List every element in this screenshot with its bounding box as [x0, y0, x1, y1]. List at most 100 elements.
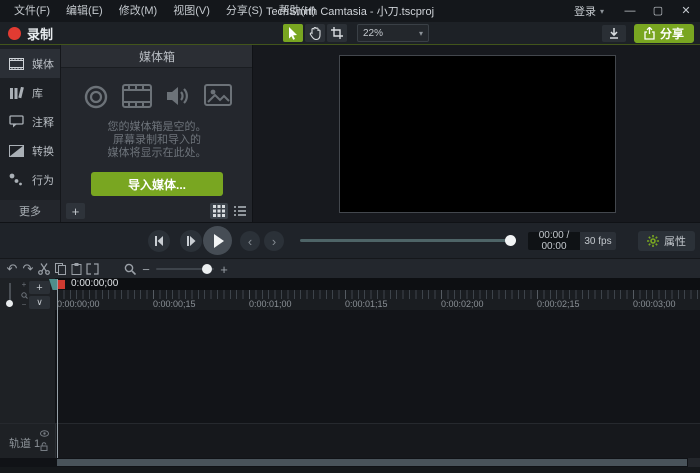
media-bin-bottom-bar: + [61, 200, 253, 222]
ruler-ticks[interactable] [55, 290, 700, 299]
menu-help[interactable]: 帮助(H) [271, 0, 324, 22]
play-button[interactable] [203, 226, 232, 255]
ruler-label: 0:00:02;00 [441, 299, 484, 310]
minimize-button[interactable]: — [616, 0, 644, 22]
menu-file[interactable]: 文件(F) [6, 0, 58, 22]
properties-button[interactable]: 属性 [638, 231, 695, 251]
download-icon [609, 28, 619, 39]
behaviors-icon [9, 173, 24, 186]
add-media-button[interactable]: + [66, 203, 85, 219]
list-view-button[interactable] [231, 203, 249, 219]
record-button[interactable]: 录制 [8, 24, 53, 43]
crop-tool-button[interactable] [327, 24, 347, 42]
sidebar-item-library[interactable]: 库 [0, 78, 60, 107]
sidebar-item-label: 库 [32, 85, 43, 101]
share-label: 分享 [660, 25, 684, 42]
timeline-zoom-thumb[interactable] [202, 264, 212, 274]
sign-in-button[interactable]: 登录 ▾ [562, 3, 616, 19]
list-view-icon [234, 205, 246, 217]
scissors-icon [38, 263, 50, 275]
close-button[interactable]: ✕ [672, 0, 700, 22]
sidebar-item-annotations[interactable]: 注释 [0, 107, 60, 136]
jump-back-button[interactable]: ‹ [240, 231, 260, 251]
ruler-label: 0:00:03;00 [633, 299, 676, 310]
empty-text-line: 屏幕录制和导入的 [61, 134, 253, 147]
video-preview[interactable] [339, 55, 616, 213]
menu-edit[interactable]: 编辑(E) [58, 0, 111, 22]
timeline-toolbar: ↶ ↷ [0, 258, 700, 279]
zoom-out-button[interactable]: − [138, 259, 154, 279]
ruler-label: 0:00:01;15 [345, 299, 388, 310]
sidebar-item-behaviors[interactable]: 行为 [0, 165, 60, 194]
record-circle-icon [83, 84, 109, 110]
record-label: 录制 [27, 24, 53, 43]
playhead-line[interactable] [57, 279, 58, 458]
cut-button[interactable] [36, 259, 52, 279]
image-icon [204, 84, 232, 106]
media-bin-panel: 媒体箱 [60, 45, 253, 222]
menu-modify[interactable]: 修改(M) [111, 0, 166, 22]
canvas-zoom-dropdown[interactable]: 22% ▾ [357, 24, 429, 42]
ruler-label: 0:00:02;15 [537, 299, 580, 310]
upper-area: 媒体 库 注释 [0, 45, 700, 222]
canvas-area [252, 45, 700, 222]
main-toolbar: 录制 22% ▾ [0, 22, 700, 44]
grid-view-button[interactable] [210, 203, 228, 219]
media-icon [9, 58, 24, 70]
select-tool-button[interactable] [283, 24, 303, 42]
properties-label: 属性 [664, 233, 686, 249]
collapse-tracks-button[interactable]: ∨ [29, 296, 50, 309]
sign-in-label: 登录 [574, 3, 596, 19]
track-1-lane[interactable] [55, 423, 700, 459]
zoom-in-button[interactable]: + [216, 259, 232, 279]
split-button[interactable] [84, 259, 100, 279]
playhead-out-handle[interactable] [58, 280, 65, 289]
step-forward-button[interactable] [180, 230, 202, 252]
paste-icon [71, 263, 82, 275]
menu-view[interactable]: 视图(V) [165, 0, 218, 22]
scrollbar-thumb[interactable] [57, 459, 687, 466]
sidebar-item-media[interactable]: 媒体 [0, 49, 60, 78]
plus-icon[interactable]: + [22, 281, 27, 289]
lock-icon[interactable] [40, 442, 48, 451]
ruler-label: 0:00:01;00 [249, 299, 292, 310]
horizontal-scrollbar [0, 458, 700, 467]
titlebar: 文件(F) 编辑(E) 修改(M) 视图(V) 分享(S) 帮助(H) Tech… [0, 0, 700, 22]
hand-icon [309, 27, 321, 40]
track-height-slider[interactable] [9, 283, 11, 305]
toolbar-right: 分享 [602, 24, 694, 43]
copy-button[interactable] [52, 259, 68, 279]
maximize-button[interactable]: ▢ [644, 0, 672, 22]
add-track-button[interactable]: + [29, 281, 50, 294]
transition-icon [9, 145, 24, 157]
titlebar-right: 登录 ▾ — ▢ ✕ [562, 0, 700, 22]
jump-forward-button[interactable]: › [264, 231, 284, 251]
timeline-zoom-slider[interactable] [156, 268, 214, 270]
scrollbar-corner [688, 458, 700, 467]
time-display: 00:00 / 00:00 30 fps [528, 232, 616, 250]
pan-tool-button[interactable] [305, 24, 325, 42]
eye-icon[interactable] [40, 430, 49, 437]
step-back-button[interactable] [148, 230, 170, 252]
share-icon [644, 27, 655, 40]
sidebar-more-button[interactable]: 更多 [0, 200, 60, 222]
sidebar-item-label: 注释 [32, 114, 54, 130]
share-button[interactable]: 分享 [634, 24, 694, 43]
paste-button[interactable] [68, 259, 84, 279]
media-bin-title: 媒体箱 [61, 45, 253, 68]
magnifier-icon [124, 263, 136, 275]
seek-bar[interactable] [300, 239, 516, 242]
download-button[interactable] [602, 25, 626, 42]
ruler-labels: 0:00:00;00 0:00:00;15 0:00:01;00 0:00:01… [55, 299, 700, 310]
redo-button[interactable]: ↷ [20, 259, 36, 279]
minus-icon[interactable]: − [22, 301, 27, 309]
import-media-button[interactable]: 导入媒体... [91, 172, 223, 196]
film-icon [122, 84, 152, 108]
menu-share[interactable]: 分享(S) [218, 0, 271, 22]
library-icon [9, 87, 24, 99]
track-height-thumb[interactable] [6, 300, 13, 307]
sidebar-item-transitions[interactable]: 转换 [0, 136, 60, 165]
undo-button[interactable]: ↶ [4, 259, 20, 279]
seek-thumb[interactable] [505, 235, 516, 246]
audio-icon [165, 84, 191, 108]
